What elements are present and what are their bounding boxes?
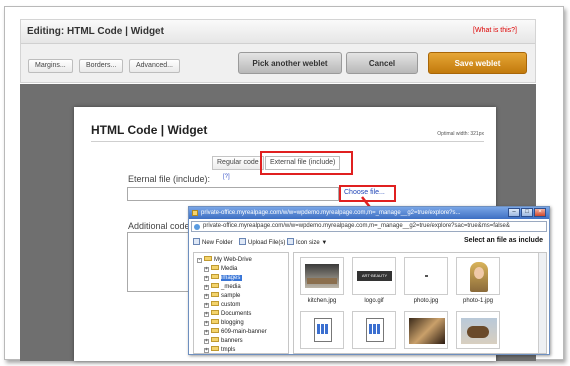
expand-icon[interactable]: + [204,267,209,272]
tree-root-label: My Web-Drive [214,257,252,263]
folder-icon [211,310,219,315]
close-icon[interactable]: × [534,208,546,217]
file-name: photo-1.jpg [462,298,494,304]
new-folder-label: New Folder [202,240,233,246]
tree-item[interactable]: + Media [204,265,237,273]
minimize-icon[interactable]: – [508,208,520,217]
tree-root[interactable]: - My Web-Drive [197,256,252,264]
folder-icon [211,346,219,351]
tree-item[interactable]: + sample [204,292,240,300]
tree-item[interactable]: + banners [204,337,243,345]
expand-icon[interactable]: + [204,276,209,281]
tree-item-label: 609-main-banner [221,329,267,335]
grid-icon [287,238,294,245]
file-browser-window: private-office.myrealpage.com/w/w=wpdemo… [188,206,550,355]
folder-icon [211,337,219,342]
folder-tree[interactable]: - My Web-Drive + Media + images + _media + sampl… [193,252,289,354]
tree-item[interactable]: + tmpls [204,346,236,353]
folder-icon [211,274,219,279]
tree-item[interactable]: + Documents [204,310,251,318]
upload-label: Upload File(s) [248,240,286,246]
popup-toolbar: New Folder Upload File(s) Icon size ▼ Se… [191,235,547,248]
page-icon [192,210,198,216]
tree-item-label: images [221,275,243,281]
folder-icon [211,283,219,288]
portrait-photo-thumbnail[interactable] [456,257,500,295]
collapse-icon[interactable]: - [197,258,202,263]
select-hint: Select an file as include [464,237,543,244]
file-name: kitchen.jpg [307,298,337,304]
tree-item-label: banners [221,338,243,344]
expand-icon[interactable]: + [204,339,209,344]
document-grid-icon[interactable] [352,311,396,349]
expand-icon[interactable]: + [204,285,209,290]
tree-item-label: _media [221,284,241,290]
upload-button[interactable]: Upload File(s) [239,238,285,246]
maximize-icon[interactable]: □ [521,208,533,217]
folder-icon [204,256,212,261]
tree-item-label: Media [221,266,238,272]
folder-icon [211,328,219,333]
folder-icon [211,301,219,306]
icon-size-dropdown[interactable]: Icon size ▼ [287,238,327,246]
icon-size-label: Icon size ▼ [296,240,328,246]
globe-icon [194,224,200,230]
upload-icon [239,238,246,245]
kitchen-photo-thumbnail[interactable] [300,257,344,295]
file-name: photo.jpg [413,298,439,304]
expand-icon[interactable]: + [204,330,209,335]
animal-photo-thumbnail[interactable] [456,311,500,349]
tree-item-label: blogging [221,320,244,326]
tree-item[interactable]: + blogging [204,319,244,327]
tree-item-label: Documents [221,311,252,317]
folder-icon [211,292,219,297]
interior-photo-thumbnail[interactable] [404,311,448,349]
new-folder-button[interactable]: New Folder [193,238,233,246]
scrollbar[interactable] [538,253,546,353]
document-grid-icon[interactable] [300,311,344,349]
tree-item-label: tmpls [221,347,236,353]
tree-item[interactable]: + images [204,274,243,282]
tree-item-label: custom [221,302,241,308]
address-text: private-office.myrealpage.com/w/w=wpdemo… [203,223,510,229]
tree-item[interactable]: +609-main-banner [204,328,267,336]
expand-icon[interactable]: + [204,312,209,317]
file-name: logo.gif [364,298,384,304]
address-bar[interactable]: private-office.myrealpage.com/w/w=wpdemo… [191,221,547,232]
expand-icon[interactable]: + [204,348,209,353]
tree-item-label: sample [221,293,241,299]
popup-title: private-office.myrealpage.com/w/w=wpdemo… [201,210,461,216]
photo-thumbnail[interactable] [404,257,448,295]
file-grid[interactable]: kitchen.jpg ART·BEAUTY logo.gif photo.jpg ph… [293,252,547,354]
expand-icon[interactable]: + [204,321,209,326]
folder-icon [193,238,200,245]
expand-icon[interactable]: + [204,294,209,299]
window-controls: – □ × [508,208,546,217]
tree-item[interactable]: + _media [204,283,241,291]
tree-item[interactable]: + custom [204,301,240,309]
popup-titlebar: private-office.myrealpage.com/w/w=wpdemo… [189,207,549,219]
expand-icon[interactable]: + [204,303,209,308]
logo-thumbnail[interactable]: ART·BEAUTY [352,257,396,295]
folder-icon [211,265,219,270]
folder-icon [211,319,219,324]
